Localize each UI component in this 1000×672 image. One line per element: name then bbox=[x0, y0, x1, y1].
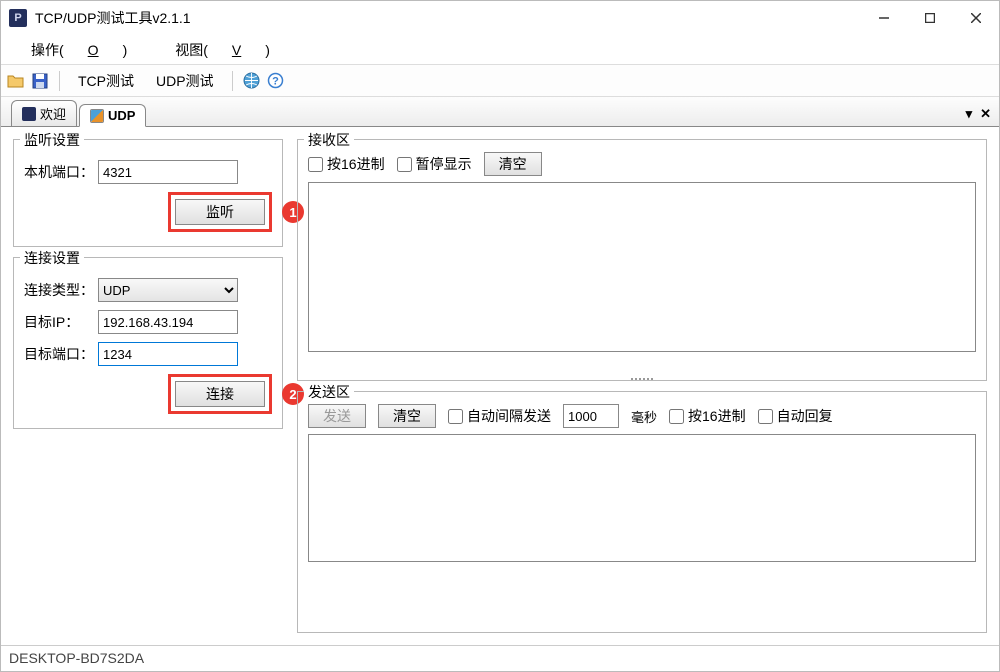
udp-test-button[interactable]: UDP测试 bbox=[148, 69, 222, 93]
send-textarea[interactable] bbox=[308, 434, 976, 562]
toolbar-separator bbox=[59, 71, 60, 91]
target-ip-label: 目标IP： bbox=[24, 312, 98, 332]
close-button[interactable] bbox=[953, 1, 999, 35]
welcome-tab-icon bbox=[22, 107, 36, 121]
send-hex-checkbox[interactable]: 按16进制 bbox=[669, 406, 746, 426]
local-port-label: 本机端口： bbox=[24, 162, 98, 182]
send-area-group: 发送区 发送 清空 自动间隔发送 毫秒 按16进制 自动回复 bbox=[297, 391, 987, 633]
browser-icon[interactable] bbox=[243, 72, 261, 90]
connect-type-label: 连接类型： bbox=[24, 280, 98, 300]
tab-welcome[interactable]: 欢迎 bbox=[11, 100, 77, 126]
tab-dropdown-icon[interactable]: ▾ bbox=[966, 106, 973, 122]
toolbar-separator bbox=[232, 71, 233, 91]
send-legend: 发送区 bbox=[304, 382, 354, 402]
window-title: TCP/UDP测试工具v2.1.1 bbox=[35, 8, 861, 28]
tab-udp[interactable]: UDP bbox=[79, 104, 146, 127]
listen-legend: 监听设置 bbox=[20, 130, 84, 150]
auto-interval-checkbox[interactable]: 自动间隔发送 bbox=[448, 406, 551, 426]
recv-hex-checkbox[interactable]: 按16进制 bbox=[308, 154, 385, 174]
udp-tab-icon bbox=[90, 109, 104, 123]
connect-legend: 连接设置 bbox=[20, 248, 84, 268]
interval-input[interactable] bbox=[563, 404, 619, 428]
local-port-input[interactable] bbox=[98, 160, 238, 184]
listen-button[interactable]: 监听 bbox=[175, 199, 265, 225]
recv-clear-button[interactable]: 清空 bbox=[484, 152, 542, 176]
ms-label: 毫秒 bbox=[631, 407, 657, 426]
tab-label: UDP bbox=[108, 108, 135, 123]
connect-settings-group: 连接设置 连接类型： UDP 目标IP： 目标端口： 连 bbox=[13, 257, 283, 429]
status-bar: DESKTOP-BD7S2DA bbox=[1, 645, 999, 671]
resize-grip-icon[interactable] bbox=[622, 374, 662, 384]
auto-reply-checkbox[interactable]: 自动回复 bbox=[758, 406, 833, 426]
open-icon[interactable] bbox=[7, 72, 25, 90]
save-icon[interactable] bbox=[31, 72, 49, 90]
receive-legend: 接收区 bbox=[304, 130, 354, 150]
status-text: DESKTOP-BD7S2DA bbox=[9, 650, 144, 666]
maximize-button[interactable] bbox=[907, 1, 953, 35]
annotation-box-2: 连接 bbox=[168, 374, 272, 414]
tab-label: 欢迎 bbox=[40, 104, 66, 123]
svg-text:?: ? bbox=[272, 76, 279, 88]
connect-type-select[interactable]: UDP bbox=[98, 278, 238, 302]
tcp-test-button[interactable]: TCP测试 bbox=[70, 69, 142, 93]
recv-pause-checkbox[interactable]: 暂停显示 bbox=[397, 154, 472, 174]
listen-settings-group: 监听设置 本机端口： 监听 1 bbox=[13, 139, 283, 247]
app-icon: P bbox=[9, 9, 27, 27]
target-port-label: 目标端口： bbox=[24, 344, 98, 364]
receive-area-group: 接收区 按16进制 暂停显示 清空 bbox=[297, 139, 987, 381]
tab-close-icon[interactable]: ✕ bbox=[980, 106, 991, 122]
minimize-button[interactable] bbox=[861, 1, 907, 35]
send-clear-button[interactable]: 清空 bbox=[378, 404, 436, 428]
receive-textarea[interactable] bbox=[308, 182, 976, 352]
annotation-box-1: 监听 bbox=[168, 192, 272, 232]
connect-button[interactable]: 连接 bbox=[175, 381, 265, 407]
target-port-input[interactable] bbox=[98, 342, 238, 366]
send-button[interactable]: 发送 bbox=[308, 404, 366, 428]
menu-view[interactable]: 视图(V) bbox=[151, 36, 294, 64]
target-ip-input[interactable] bbox=[98, 310, 238, 334]
menu-operate[interactable]: 操作(O) bbox=[7, 36, 151, 64]
help-icon[interactable]: ? bbox=[267, 72, 285, 90]
